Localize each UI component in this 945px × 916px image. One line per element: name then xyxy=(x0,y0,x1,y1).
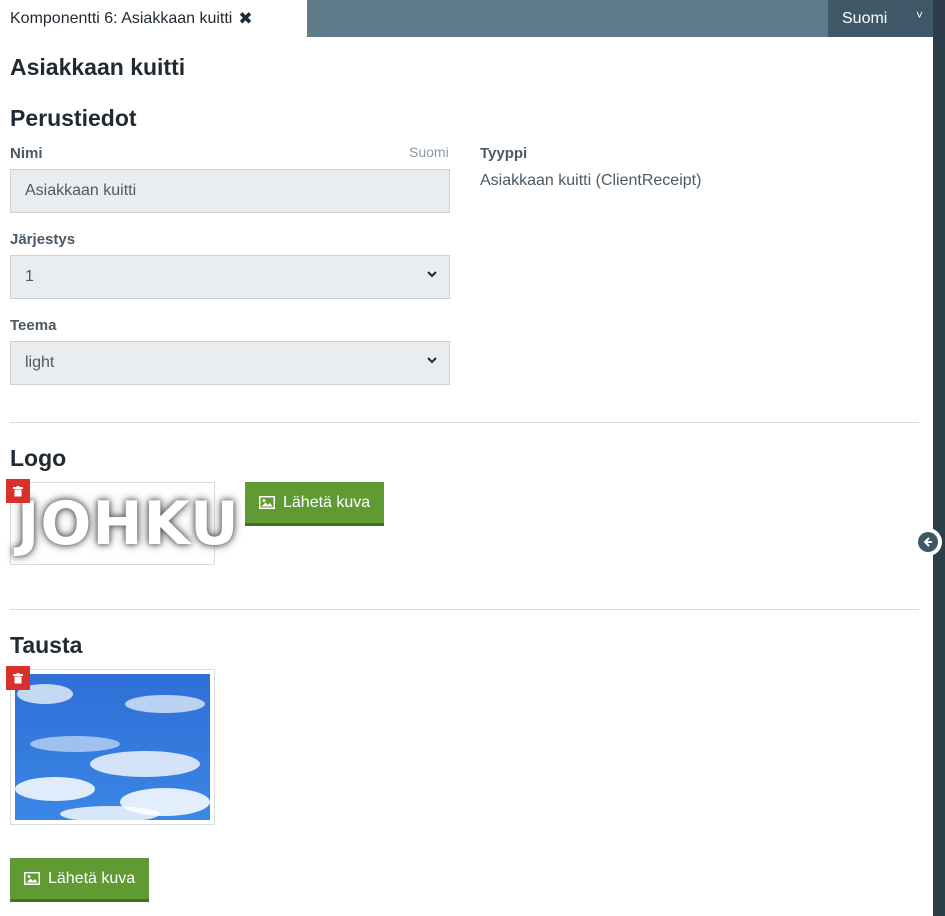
name-label: Nimi xyxy=(10,145,43,162)
delete-background-button[interactable] xyxy=(6,666,30,690)
tab-title: Komponentti 6: Asiakkaan kuitti xyxy=(10,9,233,27)
page-title: Asiakkaan kuitti xyxy=(10,54,186,80)
divider xyxy=(10,609,919,610)
image-icon xyxy=(259,496,275,509)
type-value: Asiakkaan kuitti (ClientReceipt) xyxy=(480,172,702,189)
upload-background-label: Lähetä kuva xyxy=(48,869,136,887)
image-icon xyxy=(24,872,40,885)
side-panel-strip xyxy=(933,0,945,916)
theme-label: Teema xyxy=(10,317,57,334)
chevron-down-icon: ˅ xyxy=(915,8,923,22)
upload-background-button[interactable]: Lähetä kuva xyxy=(10,858,150,902)
logo-thumbnail: JOHKU xyxy=(10,482,240,565)
background-thumbnail xyxy=(10,669,215,825)
language-select[interactable]: Suomi ˅ xyxy=(828,0,933,37)
tab-component[interactable]: Komponentti 6: Asiakkaan kuitti ✖ xyxy=(0,0,307,37)
name-field[interactable]: Asiakkaan kuitti xyxy=(10,169,450,213)
divider xyxy=(10,422,919,423)
upload-logo-button[interactable]: Lähetä kuva xyxy=(245,482,385,526)
logo-heading: Logo xyxy=(10,445,67,471)
type-label: Tyyppi xyxy=(480,145,528,162)
order-select-value: 1 xyxy=(25,268,34,285)
name-language-note: Suomi xyxy=(409,144,449,160)
trash-icon xyxy=(13,672,23,683)
name-field-value: Asiakkaan kuitti xyxy=(25,182,137,199)
delete-logo-button[interactable] xyxy=(6,479,30,503)
sky-image xyxy=(15,674,210,820)
arrow-left-icon xyxy=(918,532,938,552)
background-heading: Tausta xyxy=(10,632,83,658)
chevron-down-icon xyxy=(427,355,437,367)
basic-info-heading: Perustiedot xyxy=(10,105,137,131)
order-label: Järjestys xyxy=(10,231,76,248)
order-select[interactable]: 1 xyxy=(10,255,450,299)
upload-logo-label: Lähetä kuva xyxy=(283,493,371,511)
collapse-panel-button[interactable] xyxy=(914,528,942,556)
top-bar: Komponentti 6: Asiakkaan kuitti ✖ Suomi … xyxy=(0,0,933,37)
language-select-value: Suomi xyxy=(842,9,888,27)
close-icon[interactable]: ✖ xyxy=(238,9,252,29)
chevron-down-icon xyxy=(427,269,437,281)
trash-icon xyxy=(13,485,23,496)
theme-select[interactable]: light xyxy=(10,341,450,385)
theme-select-value: light xyxy=(25,354,55,371)
logo-image: JOHKU xyxy=(17,489,240,559)
